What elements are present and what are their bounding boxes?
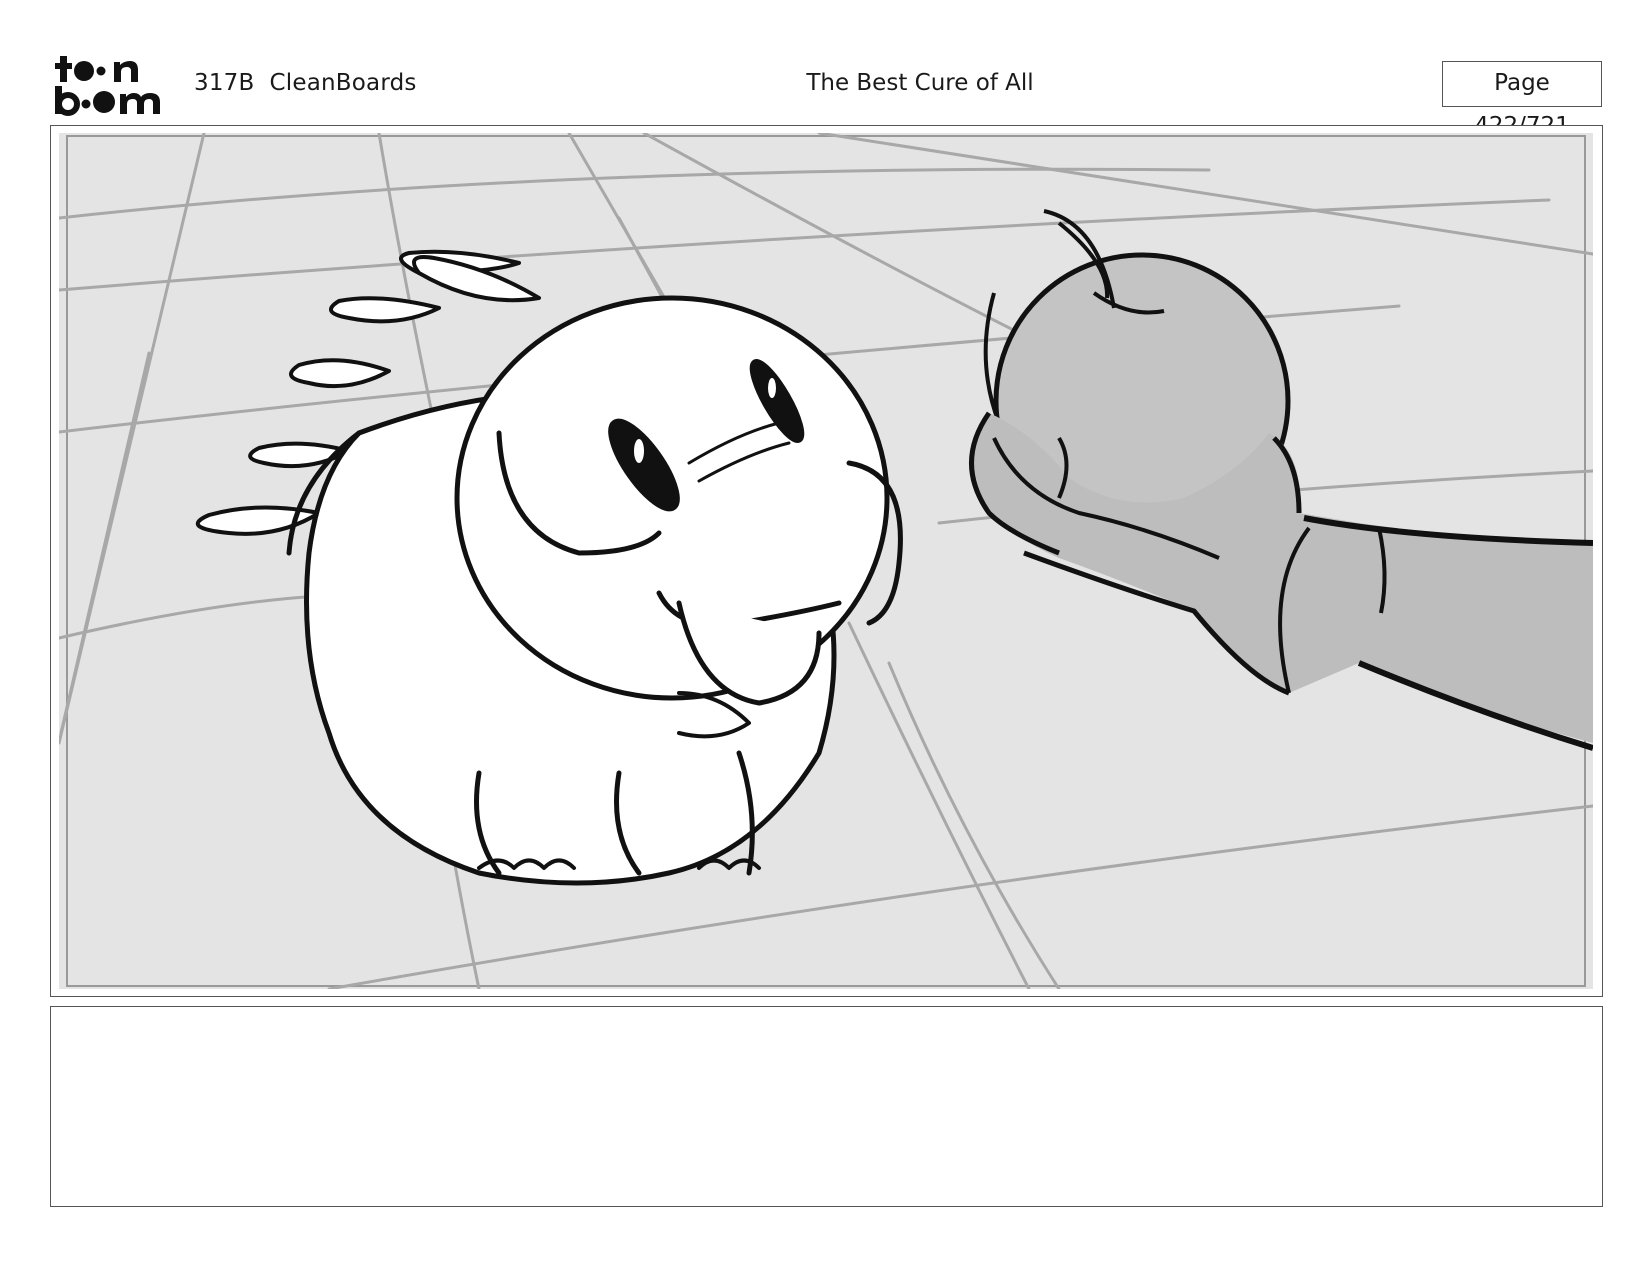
episode-label: 317B CleanBoards (194, 70, 417, 96)
document-title: The Best Cure of All (806, 70, 1034, 96)
page-number-box: Page 422/721 (1442, 61, 1602, 139)
storyboard-panel (50, 125, 1603, 997)
toonboom-logo-icon (55, 56, 160, 116)
panel-drawing (59, 133, 1593, 989)
panel-notes-box (50, 1006, 1603, 1207)
